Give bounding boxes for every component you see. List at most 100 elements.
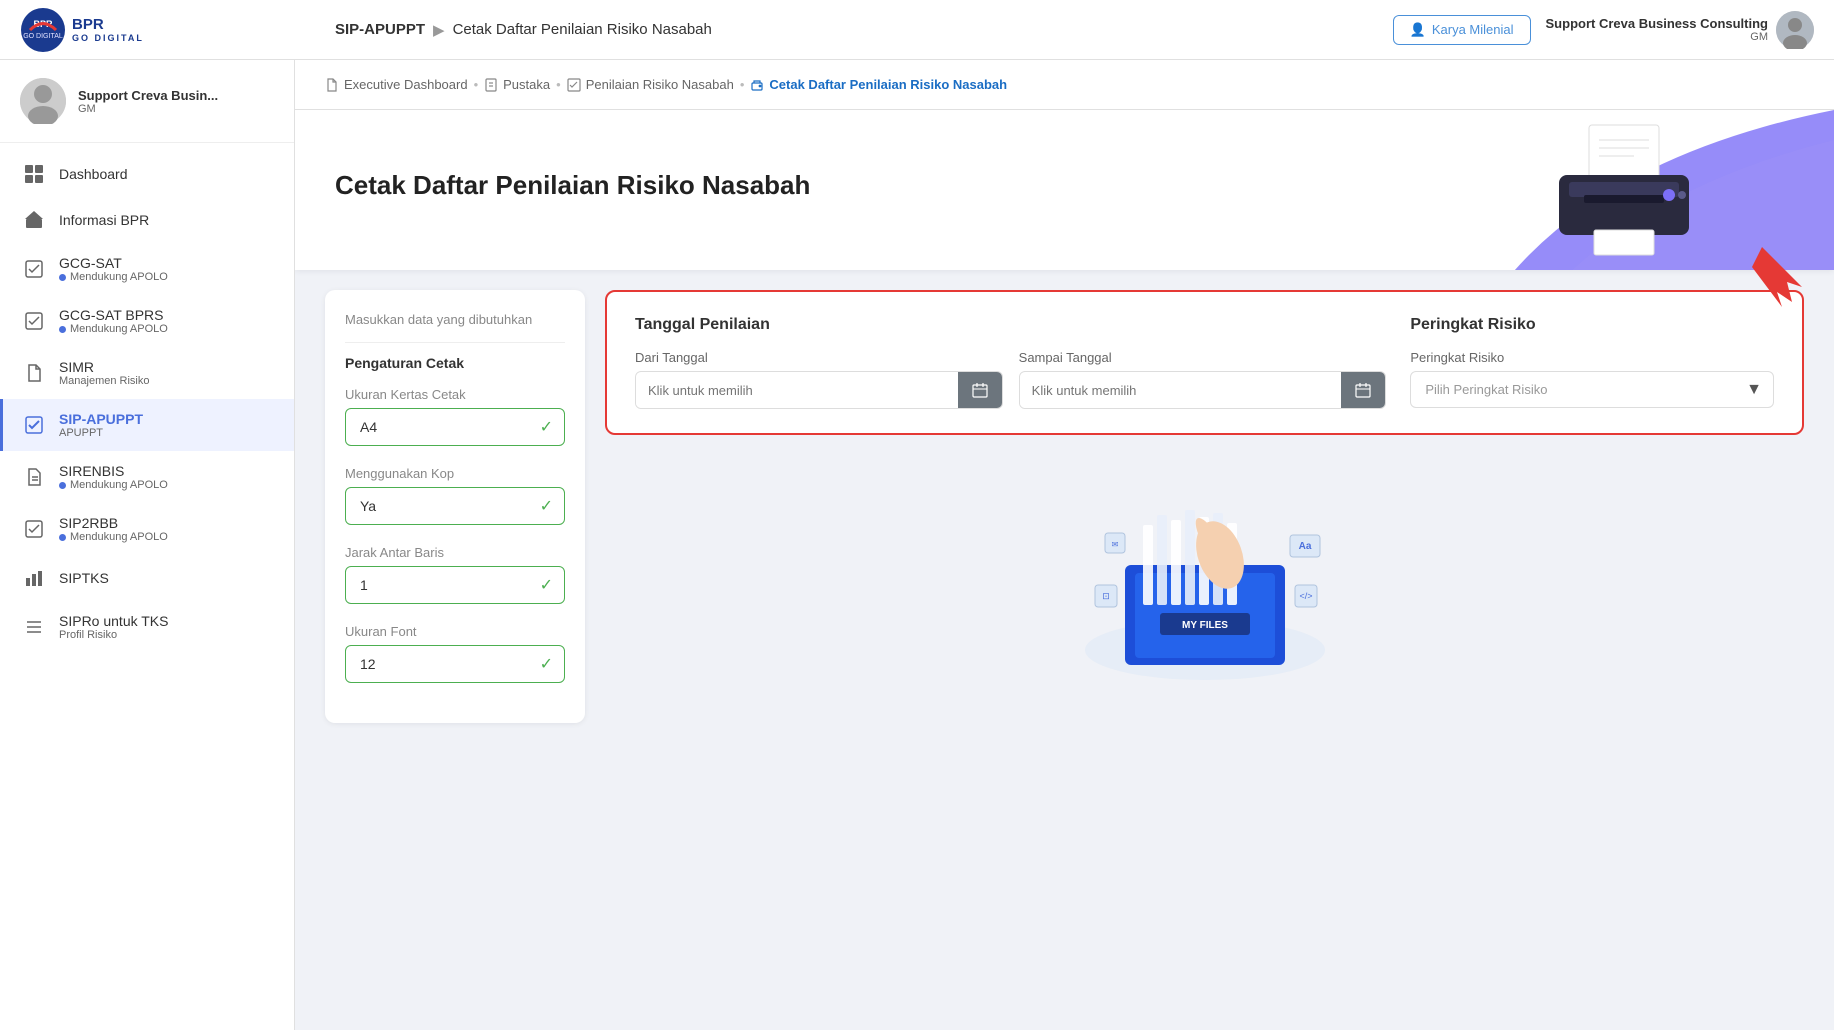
sidebar-item-sip2rbb[interactable]: SIP2RBB Mendukung APOLO [0,503,294,555]
sidebar-item-label-gcgsatbprs: GCG-SAT BPRS Mendukung APOLO [59,307,168,335]
svg-text:MY FILES: MY FILES [1182,620,1228,631]
jarak-label: Jarak Antar Baris [345,545,565,560]
sidebar-item-simr[interactable]: SIMR Manajemen Risiko [0,347,294,399]
list-icon [23,616,45,638]
files-illustration: MY FILES ⊡ </> ✉ [1055,465,1355,685]
user-details: Support Creva Business Consulting GM [1546,16,1768,43]
printer-illustration [1534,120,1714,260]
sidebar-item-label-dashboard: Dashboard [59,166,128,182]
content-area: Executive Dashboard • Pustaka • Penilaia… [295,60,1834,1030]
book-icon [484,78,498,92]
sampai-input[interactable] [1020,373,1342,408]
subnav-penilaian-risiko[interactable]: Penilaian Risiko Nasabah [567,77,734,92]
sidebar-user-name: Support Creva Busin... [78,88,218,103]
font-select-wrapper: 10 11 12 14 ✓ [345,645,565,683]
dari-label: Dari Tanggal [635,350,1003,365]
karya-btn-label: Karya Milenial [1432,22,1514,37]
check-square-icon-sip2rbb [23,518,45,540]
sidebar-item-sipro[interactable]: SIPRo untuk TKS Profil Risiko [0,601,294,653]
sub-nav: Executive Dashboard • Pustaka • Penilaia… [325,77,1007,92]
sidebar-item-dashboard[interactable]: Dashboard [0,151,294,197]
sidebar-item-gcg-sat[interactable]: GCG-SAT Mendukung APOLO [0,243,294,295]
sidebar-item-gcg-sat-bprs[interactable]: GCG-SAT BPRS Mendukung APOLO [0,295,294,347]
peringkat-select-wrapper: Pilih Peringkat Risiko Rendah Sedang Tin… [1410,371,1774,408]
subnav-pustaka-label: Pustaka [503,77,550,92]
subnav-cetak-daftar[interactable]: Cetak Daftar Penilaian Risiko Nasabah [750,77,1007,92]
sidebar-item-informasi-bpr[interactable]: Informasi BPR [0,197,294,243]
left-panel: Masukkan data yang dibutuhkan Pengaturan… [325,290,605,723]
user-role: GM [1546,31,1768,43]
logo-area: BPR GO DIGITAL BPR GO DIGITAL [20,7,315,53]
sampai-calendar-button[interactable] [1341,372,1385,408]
tanggal-title: Tanggal Penilaian [635,316,1386,334]
sidebar-item-sip-apuppt[interactable]: SIP-APUPPT APUPPT [0,399,294,451]
sidebar-item-siptks[interactable]: SIPTKS [0,555,294,601]
jarak-select[interactable]: 1 1.5 2 [345,566,565,604]
dot-icon-3 [59,482,66,489]
sidebar-user-info: Support Creva Busin... GM [78,88,218,115]
main-form-area: Masukkan data yang dibutuhkan Pengaturan… [295,270,1834,743]
sidebar-item-label-gcgsat: GCG-SAT Mendukung APOLO [59,255,168,283]
dari-calendar-button[interactable] [958,372,1002,408]
peringkat-title: Peringkat Risiko [1410,316,1774,334]
subnav-executive-dashboard[interactable]: Executive Dashboard [325,77,468,92]
logo-text: BPR GO DIGITAL [72,16,144,43]
check-square-icon-gcgsat [23,258,45,280]
kertas-field: Ukuran Kertas Cetak A4 A3 Legal Letter ✓ [345,387,565,446]
user-info: Support Creva Business Consulting GM [1546,11,1814,49]
check-box-icon [567,78,581,92]
main-area: Support Creva Busin... GM Dashboard [0,60,1834,1030]
subnav-pustaka[interactable]: Pustaka [484,77,550,92]
bar-chart-icon [23,567,45,589]
logo-icon: BPR GO DIGITAL [20,7,66,53]
sidebar-item-label-sipapuppt: SIP-APUPPT APUPPT [59,411,143,439]
page-content: Cetak Daftar Penilaian Risiko Nasabah [295,110,1834,1030]
breadcrumb-current: Cetak Daftar Penilaian Risiko Nasabah [453,21,712,38]
person-icon: 👤 [1410,22,1426,38]
dari-input-wrapper [635,371,1003,409]
kertas-select[interactable]: A4 A3 Legal Letter [345,408,565,446]
sidebar-item-label-sirenbis: SIRENBIS Mendukung APOLO [59,463,168,491]
dari-input[interactable] [636,373,958,408]
font-field: Ukuran Font 10 11 12 14 ✓ [345,624,565,683]
bank-icon [23,209,45,231]
jarak-select-wrapper: 1 1.5 2 ✓ [345,566,565,604]
sep3: • [740,77,745,92]
sidebar-item-label-informasi: Informasi BPR [59,212,149,228]
kop-field: Menggunakan Kop Ya Tidak ✓ [345,466,565,525]
font-label: Ukuran Font [345,624,565,639]
kop-label: Menggunakan Kop [345,466,565,481]
top-header: BPR GO DIGITAL BPR GO DIGITAL SIP-APUPPT… [0,0,1834,60]
logo: BPR GO DIGITAL BPR GO DIGITAL [20,7,144,53]
svg-text:⊡: ⊡ [1102,591,1110,601]
sidebar: Support Creva Busin... GM Dashboard [0,60,295,1030]
user-name: Support Creva Business Consulting [1546,16,1768,31]
dari-tanggal-group: Dari Tanggal [635,350,1003,409]
peringkat-risiko-section: Peringkat Risiko Peringkat Risiko Pilih … [1410,316,1774,408]
sampai-input-wrapper [1019,371,1387,409]
dot-icon-2 [59,326,66,333]
sep2: • [556,77,561,92]
svg-text:Aa: Aa [1298,541,1311,552]
peringkat-label: Peringkat Risiko [1410,350,1774,365]
breadcrumb-parent: SIP-APUPPT [335,21,425,38]
tanggal-penilaian-section: Tanggal Penilaian Dari Tanggal [635,316,1386,409]
svg-text:GO DIGITAL: GO DIGITAL [23,33,63,40]
file-text-icon [23,466,45,488]
file-icon-simr [23,362,45,384]
right-panel: Tanggal Penilaian Dari Tanggal [605,290,1804,723]
check-icon-sip [23,414,45,436]
logo-bpr: BPR [72,16,144,33]
print-settings-title: Pengaturan Cetak [345,355,565,371]
sampai-label: Sampai Tanggal [1019,350,1387,365]
print-icon-subnav [750,78,764,92]
peringkat-select[interactable]: Pilih Peringkat Risiko Rendah Sedang Tin… [1410,371,1774,408]
font-select[interactable]: 10 11 12 14 [345,645,565,683]
kop-select[interactable]: Ya Tidak [345,487,565,525]
karya-milenial-button[interactable]: 👤 Karya Milenial [1393,15,1531,45]
sidebar-item-sirenbis[interactable]: SIRENBIS Mendukung APOLO [0,451,294,503]
left-panel-card: Masukkan data yang dibutuhkan Pengaturan… [325,290,585,723]
sidebar-item-label-sipro: SIPRo untuk TKS Profil Risiko [59,613,168,641]
sidebar-item-label-sip2rbb: SIP2RBB Mendukung APOLO [59,515,168,543]
date-inputs: Dari Tanggal [635,350,1386,409]
